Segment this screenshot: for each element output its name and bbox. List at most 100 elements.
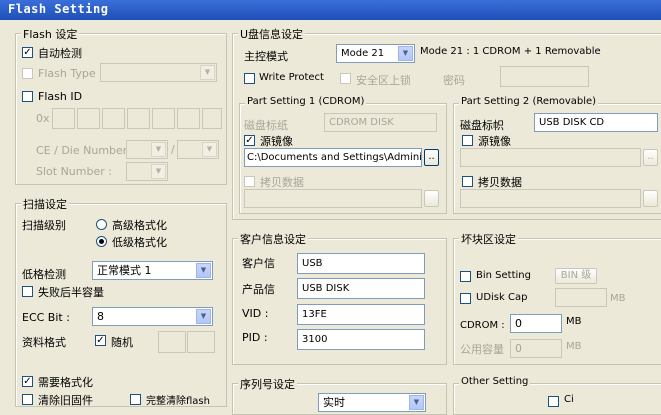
public-cap-input[interactable]: 0 — [510, 339, 562, 358]
part1-copy-data-label: 拷贝数据 — [260, 176, 304, 189]
low-format-radio[interactable] — [96, 236, 107, 247]
ce-die-label: CE / Die Number : — [36, 144, 135, 157]
cdrom-input[interactable]: 0 — [510, 314, 562, 333]
ecc-bit-label: ECC Bit : — [22, 311, 70, 324]
window-title: Flash Setting — [8, 2, 109, 16]
pid-label: PID : — [242, 331, 268, 344]
slot-number-label: Slot Number : — [36, 165, 112, 178]
part2-disk-label-input[interactable]: USB DISK CD — [534, 113, 658, 132]
part2-source-image-checkbox[interactable] — [462, 135, 473, 146]
part1-disk-label-label: 磁盘标纸 — [244, 119, 288, 132]
part-setting-2-title: Part Setting 2 (Removable) — [459, 96, 599, 107]
pid-input[interactable]: 3100 — [297, 329, 425, 350]
chevron-down-icon: ▼ — [202, 142, 217, 157]
udisk-cap-unit: MB — [610, 293, 626, 304]
part2-source-path-input[interactable] — [460, 148, 641, 167]
other-setting-checkbox[interactable] — [548, 396, 559, 407]
low-test-label: 低格检测 — [22, 268, 66, 281]
customer-input[interactable]: USB — [297, 253, 425, 274]
flash-id-byte-2[interactable] — [77, 108, 100, 129]
udisk-cap-input[interactable] — [555, 288, 607, 307]
product-input[interactable]: USB DISK — [297, 278, 425, 299]
chevron-down-icon: ▼ — [196, 263, 211, 278]
ecc-bit-select[interactable]: 8 ▼ — [92, 307, 213, 326]
pid-value: 3100 — [302, 334, 328, 345]
vid-label: VID : — [242, 307, 269, 320]
part1-source-image-checkbox[interactable] — [244, 135, 255, 146]
auto-detect-label: 自动检测 — [38, 47, 82, 60]
scan-level-label: 扫描级别 — [22, 219, 66, 232]
public-cap-unit: MB — [566, 341, 582, 352]
master-mode-select[interactable]: Mode 21 ▼ — [336, 44, 415, 63]
part2-copy-path-input[interactable] — [460, 189, 641, 208]
cdrom-value: 0 — [515, 317, 522, 330]
master-mode-value: Mode 21 — [341, 48, 385, 59]
write-protect-label: Write Protect — [259, 72, 324, 83]
flash-type-select[interactable]: ▼ — [100, 63, 217, 82]
low-test-select[interactable]: 正常模式 1 ▼ — [92, 261, 213, 280]
serial-mode-select[interactable]: 实时 ▼ — [318, 393, 426, 412]
data-format-box-2[interactable] — [187, 331, 215, 353]
high-format-label: 高级格式化 — [112, 219, 167, 232]
password-input[interactable] — [500, 66, 589, 87]
chevron-down-icon: ▼ — [151, 164, 166, 179]
master-mode-label: 主控模式 — [244, 50, 288, 63]
udisk-cap-checkbox[interactable] — [460, 293, 471, 304]
half-capacity-label: 失败后半容量 — [38, 286, 104, 299]
udisk-cap-label: UDisk Cap — [476, 292, 528, 303]
password-label: 密码 — [443, 74, 465, 87]
part2-copy-data-checkbox[interactable] — [462, 176, 473, 187]
flash-id-byte-1[interactable] — [52, 108, 75, 129]
cdrom-label: CDROM : — [460, 320, 505, 331]
udisk-info-title: U盘信息设定 — [238, 26, 306, 42]
data-format-box-1[interactable] — [158, 331, 186, 353]
part-setting-1-title: Part Setting 1 (CDROM) — [245, 96, 367, 107]
secure-lock-checkbox[interactable] — [340, 73, 351, 84]
flash-type-checkbox[interactable] — [22, 68, 33, 79]
flash-id-byte-6[interactable] — [177, 108, 200, 129]
part2-disk-label-label: 磁盘标帜 — [460, 119, 504, 132]
part1-disk-label-input[interactable]: CDROM DISK — [324, 113, 437, 132]
bad-block-title: 坏块区设定 — [459, 231, 518, 247]
low-test-value: 正常模式 1 — [97, 264, 152, 277]
part1-copy-data-checkbox[interactable] — [244, 176, 255, 187]
public-cap-value: 0 — [515, 342, 522, 355]
customer-info-title: 客户信息设定 — [238, 231, 308, 247]
bin-setting-checkbox[interactable] — [460, 271, 471, 282]
slot-select[interactable]: ▼ — [126, 162, 168, 181]
half-capacity-checkbox[interactable] — [22, 286, 33, 297]
bin-level-button[interactable]: BIN 级 — [555, 268, 597, 284]
random-checkbox[interactable] — [95, 335, 106, 346]
ce-select[interactable]: ▼ — [126, 140, 168, 159]
flash-id-label: Flash ID — [38, 90, 83, 103]
part1-browse-button[interactable]: .. — [424, 149, 439, 166]
flash-id-byte-7[interactable] — [202, 108, 222, 129]
flash-id-byte-3[interactable] — [102, 108, 125, 129]
chevron-down-icon: ▼ — [200, 65, 215, 80]
flash-id-prefix: 0x — [36, 112, 50, 125]
part1-copy-browse-button[interactable] — [424, 190, 439, 207]
product-label: 产品信 — [242, 283, 275, 296]
random-label: 随机 — [111, 336, 133, 349]
part1-copy-path-input[interactable] — [244, 189, 422, 208]
part2-copy-browse-button[interactable] — [643, 190, 658, 207]
vid-input[interactable]: 13FE — [297, 304, 425, 325]
ce-die-separator: / — [171, 143, 175, 156]
die-select[interactable]: ▼ — [177, 140, 219, 159]
high-format-radio[interactable] — [96, 219, 107, 230]
write-protect-checkbox[interactable] — [244, 73, 255, 84]
chevron-down-icon: ▼ — [151, 142, 166, 157]
flash-id-byte-4[interactable] — [127, 108, 150, 129]
need-format-label: 需要格式化 — [38, 376, 93, 389]
need-format-checkbox[interactable] — [22, 376, 33, 387]
auto-detect-checkbox[interactable] — [22, 47, 33, 58]
flash-id-byte-5[interactable] — [152, 108, 175, 129]
product-value: USB DISK — [302, 283, 350, 294]
part1-source-path-input[interactable]: C:\Documents and Settings\Administ — [244, 148, 422, 167]
low-format-label: 低级格式化 — [112, 236, 167, 249]
public-cap-label: 公用容量 — [460, 343, 504, 356]
flash-id-checkbox[interactable] — [22, 91, 33, 102]
part2-browse-button[interactable]: .. — [643, 149, 658, 166]
chevron-down-icon: ▼ — [409, 395, 424, 410]
part1-source-image-label: 源镜像 — [260, 135, 293, 148]
